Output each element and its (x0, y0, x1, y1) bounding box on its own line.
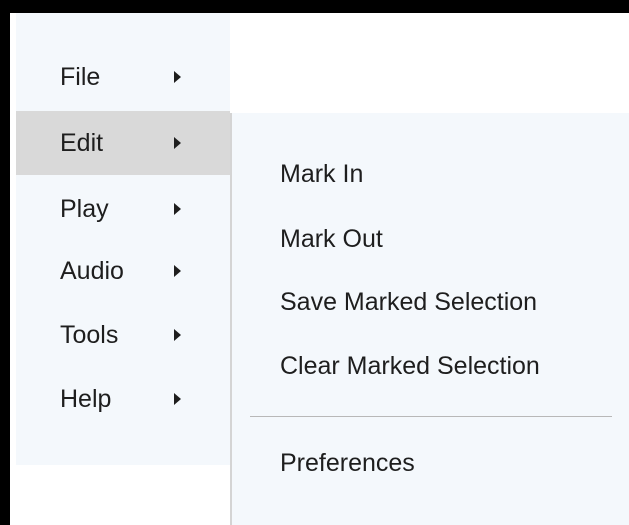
menu-item-help[interactable]: Help (16, 367, 230, 431)
submenu-arrow-icon (174, 203, 181, 215)
submenu-arrow-icon (174, 71, 181, 83)
menu-item-label: Help (60, 384, 112, 413)
menu-item-label: Tools (60, 320, 119, 349)
main-menu: File Edit Play Audio Tools Help (16, 13, 230, 465)
submenu-arrow-icon (174, 265, 181, 277)
submenu-arrow-icon (174, 329, 181, 341)
menu-item-audio[interactable]: Audio (16, 239, 230, 303)
submenu-arrow-icon (174, 393, 181, 405)
submenu-item-preferences[interactable]: Preferences (280, 449, 415, 478)
menu-item-file[interactable]: File (16, 45, 230, 109)
menu-item-label: Play (60, 194, 109, 223)
submenu-separator (250, 416, 612, 417)
submenu-arrow-icon (174, 137, 181, 149)
menu-item-label: Edit (60, 128, 104, 157)
submenu-item-clear-marked-selection[interactable]: Clear Marked Selection (280, 352, 540, 381)
edit-submenu: Mark In Mark Out Save Marked Selection C… (230, 113, 629, 525)
submenu-item-save-marked-selection[interactable]: Save Marked Selection (280, 288, 537, 317)
submenu-item-mark-out[interactable]: Mark Out (280, 225, 383, 254)
menu-item-label: File (60, 62, 101, 91)
menu-item-play[interactable]: Play (16, 177, 230, 241)
menu-item-edit[interactable]: Edit (16, 111, 230, 175)
submenu-item-mark-in[interactable]: Mark In (280, 160, 363, 189)
menu-item-tools[interactable]: Tools (16, 303, 230, 367)
menu-item-label: Audio (60, 256, 124, 285)
